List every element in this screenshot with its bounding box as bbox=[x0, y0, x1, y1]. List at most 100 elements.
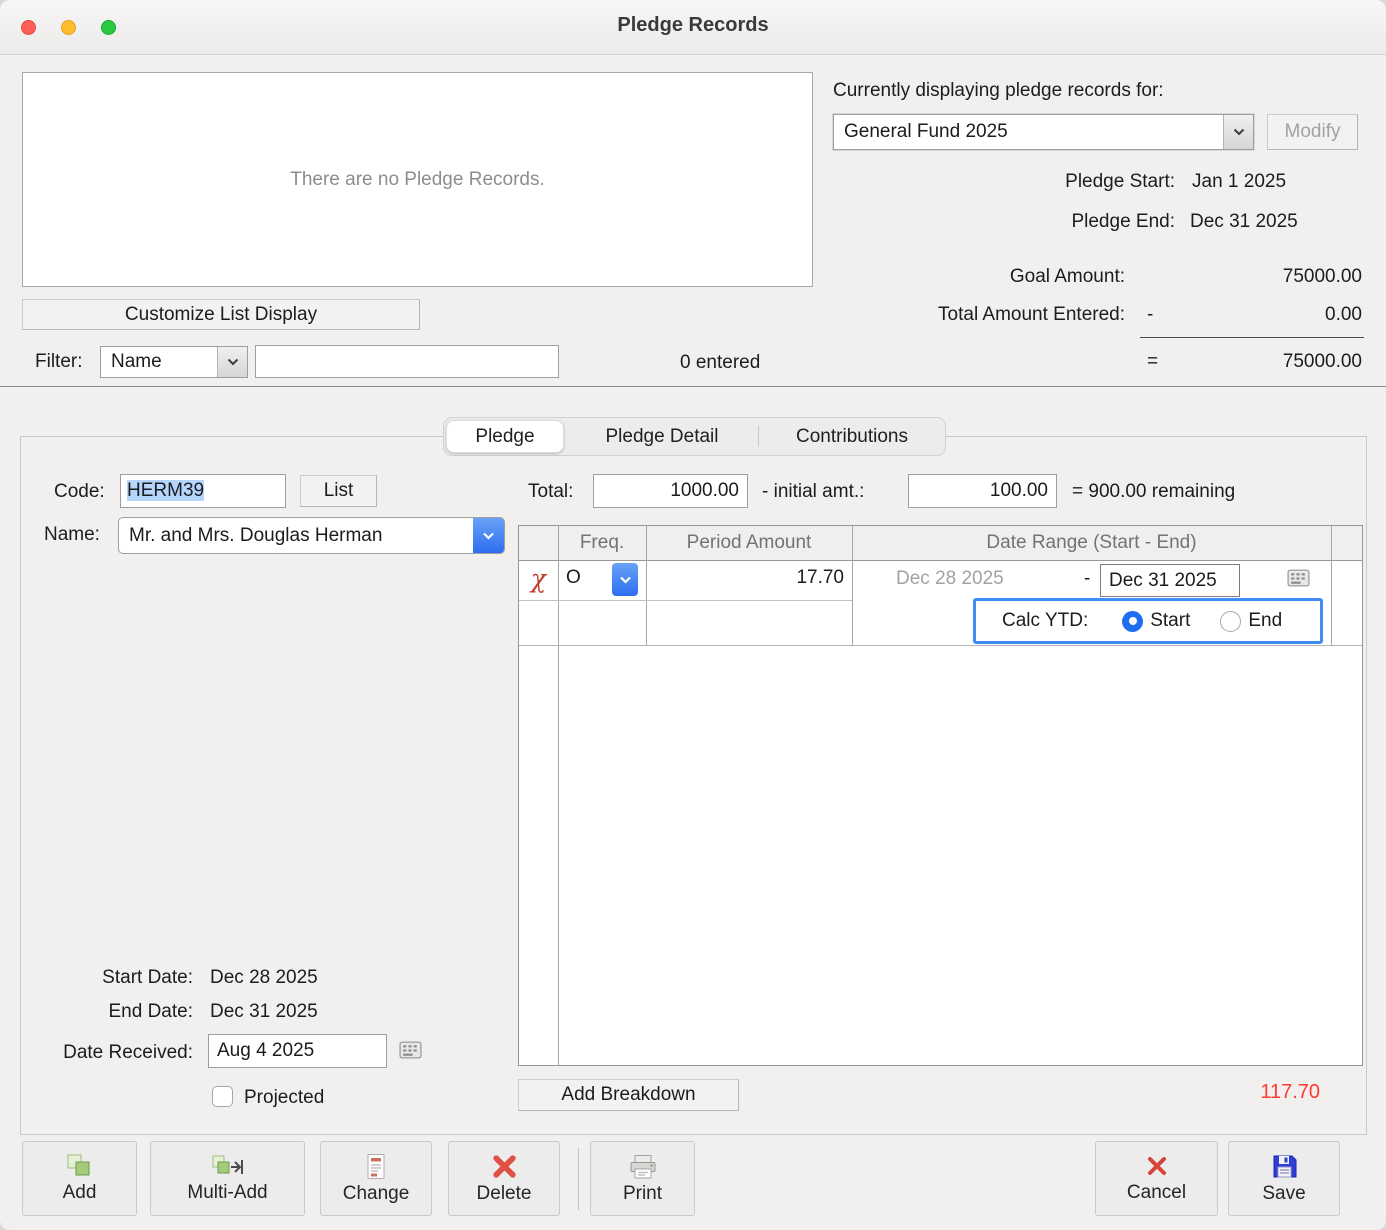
window-title: Pledge Records bbox=[0, 14, 1386, 37]
modify-button[interactable]: Modify bbox=[1267, 114, 1358, 150]
start-date-label: Start Date: bbox=[20, 967, 193, 989]
date-start-value: Dec 28 2025 bbox=[896, 568, 1004, 590]
sum-divider bbox=[1140, 337, 1364, 338]
header-date-range: Date Range (Start - End) bbox=[852, 532, 1331, 554]
total-entered-label: Total Amount Entered: bbox=[850, 304, 1125, 326]
total-entered-value: 0.00 bbox=[1150, 304, 1362, 326]
filter-label: Filter: bbox=[35, 351, 83, 373]
pledge-end-value: Dec 31 2025 bbox=[1190, 211, 1298, 233]
print-button[interactable]: Print bbox=[590, 1141, 695, 1216]
change-icon bbox=[364, 1153, 388, 1180]
date-end-value: Dec 31 2025 bbox=[1109, 570, 1217, 591]
freq-dropdown-button[interactable] bbox=[612, 563, 638, 596]
add-breakdown-button[interactable]: Add Breakdown bbox=[518, 1079, 739, 1111]
code-label: Code: bbox=[54, 481, 105, 503]
print-label: Print bbox=[623, 1183, 662, 1205]
list-button-label: List bbox=[324, 480, 354, 502]
add-label: Add bbox=[63, 1182, 97, 1204]
add-button[interactable]: Add bbox=[22, 1141, 137, 1216]
period-column-line bbox=[852, 526, 853, 645]
tab-pledge-label: Pledge bbox=[475, 426, 534, 448]
calc-ytd-popup: Calc YTD: Start End bbox=[973, 598, 1323, 644]
gutter-column-line bbox=[558, 526, 559, 1065]
date-column-line bbox=[1331, 526, 1332, 645]
delete-row-icon[interactable]: χ bbox=[519, 564, 558, 593]
multi-add-button[interactable]: Multi-Add bbox=[150, 1141, 305, 1216]
net-goal-value: 75000.00 bbox=[1150, 351, 1362, 373]
code-value: HERM39 bbox=[127, 480, 204, 501]
name-dropdown-value: Mr. and Mrs. Douglas Herman bbox=[119, 525, 473, 547]
freq-cell-value: O bbox=[566, 567, 581, 589]
delete-icon bbox=[491, 1153, 518, 1180]
pledge-start-value: Jan 1 2025 bbox=[1192, 171, 1286, 193]
date-range-separator: - bbox=[1084, 568, 1090, 590]
code-input[interactable]: HERM39 bbox=[120, 474, 286, 508]
rows-bottom-line bbox=[519, 645, 1362, 646]
calendar-icon[interactable] bbox=[1287, 569, 1310, 593]
multi-add-icon bbox=[211, 1153, 245, 1179]
filter-field-value: Name bbox=[101, 351, 217, 373]
calendar-icon[interactable] bbox=[399, 1041, 422, 1065]
delete-label: Delete bbox=[477, 1183, 532, 1205]
fund-dropdown[interactable]: General Fund 2025 bbox=[833, 114, 1254, 150]
goal-amount-label: Goal Amount: bbox=[850, 266, 1125, 288]
add-icon bbox=[65, 1153, 95, 1179]
calc-ytd-start-radio[interactable] bbox=[1122, 611, 1143, 632]
filter-search-input[interactable] bbox=[255, 345, 559, 378]
chevron-down-icon bbox=[619, 576, 632, 584]
pledge-records-list[interactable]: There are no Pledge Records. bbox=[22, 72, 813, 287]
end-date-label: End Date: bbox=[20, 1001, 193, 1023]
end-date-value: Dec 31 2025 bbox=[210, 1001, 318, 1023]
pledge-end-label: Pledge End: bbox=[900, 211, 1175, 233]
customize-list-display-label: Customize List Display bbox=[125, 304, 317, 326]
header-period-amount: Period Amount bbox=[646, 532, 852, 554]
initial-amount-input[interactable] bbox=[908, 474, 1057, 508]
name-dropdown[interactable]: Mr. and Mrs. Douglas Herman bbox=[118, 517, 505, 554]
chevron-down-icon bbox=[1223, 115, 1253, 149]
empty-list-text: There are no Pledge Records. bbox=[290, 169, 545, 191]
fund-dropdown-value: General Fund 2025 bbox=[834, 121, 1223, 143]
name-label: Name: bbox=[44, 524, 100, 546]
tab-contributions-label: Contributions bbox=[796, 426, 908, 448]
calc-ytd-start-label: Start bbox=[1150, 610, 1190, 632]
remaining-text: = 900.00 remaining bbox=[1072, 481, 1235, 503]
customize-list-display-button[interactable]: Customize List Display bbox=[22, 299, 420, 330]
change-button[interactable]: Change bbox=[320, 1141, 432, 1216]
tab-pledge-detail[interactable]: Pledge Detail bbox=[566, 418, 758, 455]
cancel-icon bbox=[1144, 1153, 1170, 1179]
add-breakdown-label: Add Breakdown bbox=[561, 1084, 695, 1106]
multi-add-label: Multi-Add bbox=[187, 1182, 267, 1204]
chevron-down-icon bbox=[473, 518, 504, 553]
tab-contributions[interactable]: Contributions bbox=[759, 418, 945, 455]
date-received-input[interactable] bbox=[208, 1034, 387, 1068]
total-input[interactable] bbox=[593, 474, 748, 508]
chevron-down-icon bbox=[217, 347, 247, 377]
calc-ytd-label: Calc YTD: bbox=[1002, 610, 1088, 632]
period-amount-cell[interactable]: 17.70 bbox=[646, 567, 844, 589]
tab-pledge[interactable]: Pledge bbox=[446, 420, 564, 453]
calc-ytd-end-radio[interactable] bbox=[1220, 611, 1241, 632]
change-label: Change bbox=[343, 1183, 410, 1205]
total-label: Total: bbox=[528, 481, 573, 503]
cancel-label: Cancel bbox=[1127, 1182, 1186, 1204]
date-end-input[interactable]: Dec 31 2025 bbox=[1100, 564, 1240, 597]
goal-amount-value: 75000.00 bbox=[1150, 266, 1362, 288]
list-button[interactable]: List bbox=[300, 475, 377, 507]
pledge-records-window: Pledge Records There are no Pledge Recor… bbox=[0, 0, 1386, 1230]
save-button[interactable]: Save bbox=[1228, 1141, 1340, 1216]
print-icon bbox=[628, 1153, 658, 1180]
modify-label: Modify bbox=[1285, 121, 1341, 143]
calc-ytd-end-label: End bbox=[1248, 610, 1282, 632]
breakdown-total-value: 117.70 bbox=[1140, 1081, 1320, 1104]
titlebar: Pledge Records bbox=[0, 0, 1386, 55]
breakdown-table: Freq. Period Amount Date Range (Start - … bbox=[518, 525, 1363, 1066]
delete-button[interactable]: Delete bbox=[448, 1141, 560, 1216]
initial-amount-label: - initial amt.: bbox=[762, 481, 864, 503]
filter-field-dropdown[interactable]: Name bbox=[100, 346, 248, 378]
entered-count: 0 entered bbox=[680, 352, 760, 374]
projected-label: Projected bbox=[244, 1087, 324, 1109]
projected-checkbox[interactable] bbox=[212, 1086, 233, 1107]
row1-bottom-line bbox=[519, 600, 852, 601]
header-freq: Freq. bbox=[558, 532, 646, 554]
cancel-button[interactable]: Cancel bbox=[1095, 1141, 1218, 1216]
